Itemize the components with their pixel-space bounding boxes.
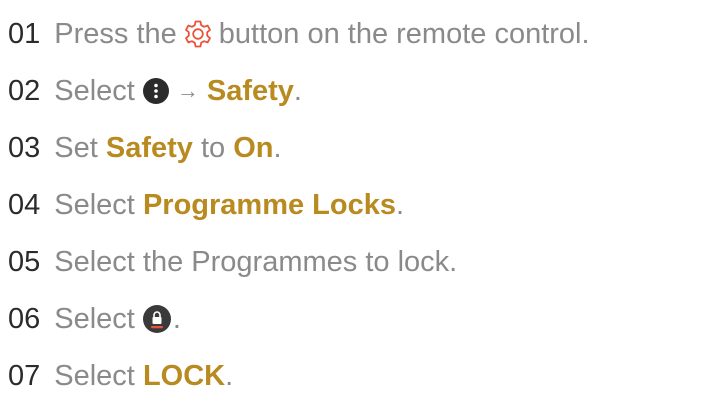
- step-07: 07 Select LOCK .: [8, 358, 233, 394]
- step-05: 05 Select the Programmes to lock.: [8, 244, 457, 280]
- step-01: 01 Press the button on the remote contro…: [8, 16, 590, 52]
- step-text: .: [293, 75, 302, 107]
- step-text: Set: [54, 132, 98, 164]
- step-text: Select: [54, 75, 135, 107]
- step-number: 04: [8, 189, 41, 221]
- highlight-text: Programme Locks: [142, 189, 396, 221]
- step-text: to: [200, 132, 226, 164]
- highlight-text: Safety: [105, 132, 193, 164]
- step-text: .: [273, 132, 282, 164]
- step-number: 06: [8, 303, 41, 335]
- arrow-icon: →: [176, 78, 199, 103]
- more-options-icon: [142, 78, 169, 104]
- step-text: .: [172, 303, 181, 335]
- instruction-steps: 01 Press the button on the remote contro…: [0, 0, 707, 407]
- step-04: 04 Select Programme Locks .: [8, 187, 404, 223]
- step-number: 07: [8, 360, 41, 392]
- step-number: 03: [8, 132, 41, 164]
- highlight-text: On: [233, 132, 274, 164]
- highlight-text: Safety: [206, 75, 294, 107]
- step-text: button on the remote control.: [218, 18, 590, 50]
- step-number: 02: [8, 75, 41, 107]
- step-number: 01: [8, 18, 41, 50]
- highlight-text: LOCK: [142, 360, 226, 392]
- step-text: Press the: [54, 18, 177, 50]
- step-text: .: [395, 189, 405, 221]
- step-text: Select the Programmes to lock.: [54, 246, 458, 278]
- step-text: Select: [54, 189, 135, 221]
- step-text: Select: [54, 360, 135, 392]
- step-02: 02 Select → Safety .: [8, 73, 302, 109]
- step-03: 03 Set Safety to On .: [8, 130, 282, 166]
- step-text: Select: [54, 303, 135, 335]
- gear-icon: [183, 19, 213, 49]
- lock-icon: [142, 305, 171, 333]
- step-06: 06 Select .: [8, 301, 181, 337]
- step-text: .: [225, 360, 234, 392]
- step-number: 05: [8, 246, 41, 278]
